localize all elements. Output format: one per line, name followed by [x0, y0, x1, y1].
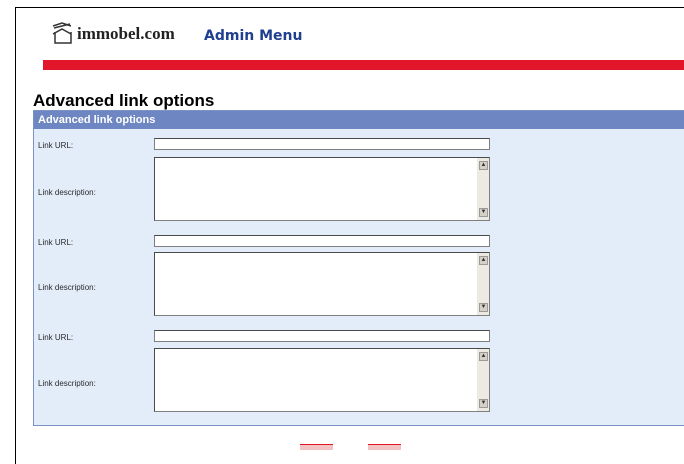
textarea-scrollbar[interactable]: ▲ ▼ [477, 349, 489, 411]
link-description-label: Link description: [38, 188, 96, 197]
scroll-up-arrow-icon[interactable]: ▲ [479, 256, 488, 265]
link-url-input-3[interactable] [154, 330, 490, 342]
page-title: Advanced link options [33, 91, 215, 110]
link-description-textarea-3[interactable]: ▲ ▼ [154, 348, 490, 412]
form-button-1[interactable] [300, 444, 333, 450]
link-url-label: Link URL: [38, 333, 74, 342]
scroll-down-arrow-icon[interactable]: ▼ [479, 303, 488, 312]
link-description-label: Link description: [38, 283, 96, 292]
textarea-scrollbar[interactable]: ▲ ▼ [477, 158, 489, 220]
scroll-up-arrow-icon[interactable]: ▲ [479, 161, 488, 170]
frame-border-top [15, 7, 684, 8]
advanced-link-options-panel: Advanced link options Link URL: Link des… [33, 110, 684, 426]
admin-menu-link[interactable]: Admin Menu [204, 28, 302, 44]
scroll-up-arrow-icon[interactable]: ▲ [479, 352, 488, 361]
link-url-label: Link URL: [38, 238, 74, 247]
link-url-input-2[interactable] [154, 235, 490, 247]
link-description-textarea-2[interactable]: ▲ ▼ [154, 252, 490, 316]
site-logo[interactable]: immobel.com [50, 20, 175, 48]
logo-text: immobel.com [77, 24, 175, 43]
scroll-down-arrow-icon[interactable]: ▼ [479, 399, 488, 408]
house-outline-icon [52, 22, 72, 44]
textarea-scrollbar[interactable]: ▲ ▼ [477, 253, 489, 315]
frame-border-left [15, 7, 16, 464]
header-accent-bar [43, 60, 684, 70]
panel-header: Advanced link options [34, 111, 684, 129]
link-url-input-1[interactable] [154, 138, 490, 150]
scroll-down-arrow-icon[interactable]: ▼ [479, 208, 488, 217]
link-description-textarea-1[interactable]: ▲ ▼ [154, 157, 490, 221]
form-button-2[interactable] [368, 444, 401, 450]
link-description-label: Link description: [38, 379, 96, 388]
link-url-label: Link URL: [38, 141, 74, 150]
